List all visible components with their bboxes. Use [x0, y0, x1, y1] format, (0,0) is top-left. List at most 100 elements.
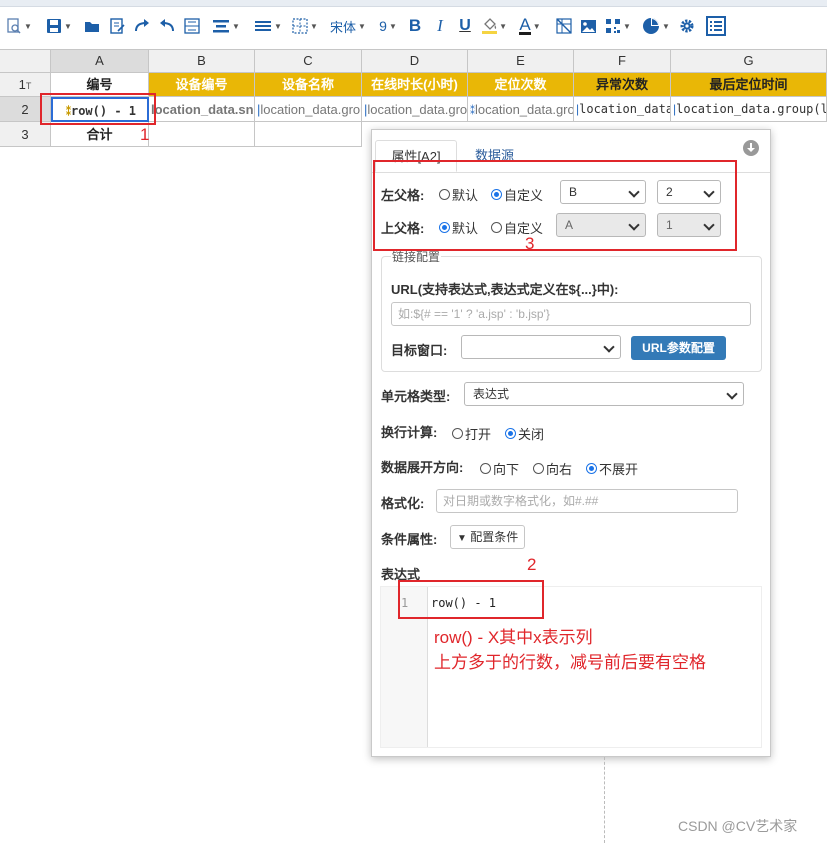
save-button[interactable]: ▼	[44, 16, 74, 36]
cell-d1[interactable]: 在线时长(小时)	[362, 73, 468, 97]
border-button[interactable]: ▼	[290, 16, 320, 36]
cell-b3[interactable]	[149, 122, 255, 147]
underline-icon: U	[459, 17, 471, 34]
page-break-line	[604, 757, 605, 843]
annotation-marker-1: 1	[140, 125, 150, 144]
redo-button[interactable]	[133, 16, 151, 36]
column-header-f[interactable]: F	[574, 50, 671, 72]
merge-cells-icon	[184, 18, 200, 34]
bold-button[interactable]: B	[406, 16, 424, 36]
filter-icon: ▼	[457, 533, 467, 544]
undo-button[interactable]	[158, 16, 176, 36]
cell-e2-value: location_data.grou	[475, 102, 574, 117]
collapse-panel-button[interactable]	[743, 140, 759, 156]
cell-g2-value: location_data.group(lastL	[676, 102, 827, 116]
insert-image-button[interactable]	[579, 16, 597, 36]
column-header-c[interactable]: C	[255, 50, 362, 72]
line-style-icon	[255, 21, 272, 31]
cell-a3[interactable]: 合计	[51, 122, 149, 147]
font-color-button[interactable]: A ▼	[517, 16, 543, 36]
cell-f2-value: location_data.g	[579, 102, 670, 116]
radio-label: 向下	[493, 462, 520, 477]
align-center-icon	[213, 20, 230, 33]
cell-g1[interactable]: 最后定位时间	[671, 73, 827, 97]
chevron-down-icon	[726, 388, 738, 400]
edit-doc-button[interactable]	[108, 16, 126, 36]
download-arrow-icon	[747, 143, 755, 152]
cell-c3[interactable]	[255, 122, 362, 147]
row-marker: T	[25, 81, 32, 91]
cell-f1[interactable]: 异常次数	[574, 73, 671, 97]
radio-label: 关闭	[518, 427, 545, 442]
cell-e2[interactable]: ⁑location_data.grou	[468, 97, 574, 122]
expand-down-radio[interactable]: 向下	[480, 459, 519, 478]
font-family-select[interactable]: 宋体 ▼	[327, 16, 369, 36]
annotation-box-3	[373, 160, 737, 251]
url-input[interactable]: 如:${# == '1' ? 'a.jsp' : 'b.jsp'}	[391, 302, 751, 326]
underline-button[interactable]: U	[456, 16, 474, 36]
line-style-button[interactable]: ▼	[251, 16, 285, 36]
cell-b1[interactable]: 设备编号	[149, 73, 255, 97]
radio-label: 不展开	[599, 462, 639, 477]
chart-button[interactable]: ▼	[640, 16, 672, 36]
format-label: 格式化:	[381, 496, 425, 511]
cell-g2[interactable]: |location_data.group(lastL	[671, 97, 827, 122]
undo-icon	[160, 19, 174, 32]
expand-right-radio[interactable]: 向右	[533, 459, 572, 478]
annotation-marker-2: 2	[527, 555, 537, 574]
preview-button[interactable]: ▼	[4, 16, 34, 36]
corner-cell[interactable]	[0, 50, 51, 72]
clear-format-button[interactable]	[555, 16, 573, 36]
row-header-3[interactable]: 3	[0, 122, 51, 147]
cell-c2[interactable]: |location_data.grou	[255, 97, 362, 122]
qrcode-icon	[606, 19, 621, 33]
watermark: CSDN @CV艺术家	[678, 818, 798, 834]
merge-cells-button[interactable]	[183, 16, 201, 36]
cell-type-select[interactable]: 表达式	[464, 382, 744, 406]
cell-b2-value: location_data.sn	[151, 102, 254, 117]
fill-color-button[interactable]: ▼	[481, 16, 507, 36]
align-button[interactable]: ▼	[209, 16, 243, 36]
condition-label: 条件属性:	[381, 532, 438, 547]
qrcode-button[interactable]: ▼	[603, 16, 633, 36]
row-number: 1	[18, 77, 26, 92]
settings-button[interactable]	[678, 16, 696, 36]
configure-condition-button[interactable]: ▼ 配置条件	[450, 525, 526, 549]
preview-icon	[7, 18, 21, 34]
line-calc-open-radio[interactable]: 打开	[452, 424, 491, 443]
select-value: 表达式	[473, 387, 510, 401]
column-header-a[interactable]: A	[51, 50, 149, 72]
column-header-b[interactable]: B	[149, 50, 255, 72]
url-param-config-button[interactable]: URL参数配置	[631, 336, 726, 360]
cell-d2[interactable]: |location_data.grou	[362, 97, 468, 122]
cell-e1[interactable]: 定位次数	[468, 73, 574, 97]
image-icon	[580, 19, 596, 33]
line-calc-close-radio[interactable]: 关闭	[505, 424, 544, 443]
open-folder-button[interactable]	[83, 16, 101, 36]
format-input[interactable]: 对日期或数字格式化，如#.##	[436, 489, 738, 513]
annotation-marker-3: 3	[525, 234, 535, 253]
font-size-select[interactable]: 9 ▼	[375, 16, 401, 36]
chevron-down-icon	[603, 341, 615, 353]
form-view-button[interactable]	[705, 16, 727, 36]
cell-c2-value: location_data.grou	[260, 102, 362, 117]
cell-f2[interactable]: |location_data.g	[574, 97, 671, 122]
annotation-note-line-2: 上方多于的行数，减号前后要有空格	[434, 653, 706, 672]
column-header-e[interactable]: E	[468, 50, 574, 72]
cell-c1[interactable]: 设备名称	[255, 73, 362, 97]
annotation-box-2	[398, 580, 544, 619]
radio-label: 向右	[546, 462, 573, 477]
annotation-box-1	[40, 93, 156, 125]
column-header-d[interactable]: D	[362, 50, 468, 72]
column-header-g[interactable]: G	[671, 50, 827, 72]
edit-doc-icon	[110, 18, 125, 34]
target-window-select[interactable]	[461, 335, 621, 359]
italic-icon: I	[437, 16, 443, 35]
redo-icon	[135, 19, 149, 32]
target-window-label: 目标窗口:	[391, 343, 448, 358]
expand-none-radio[interactable]: 不展开	[586, 459, 638, 478]
cell-b2[interactable]: location_data.sn	[149, 97, 255, 122]
italic-button[interactable]: I	[432, 16, 448, 36]
expand-direction-label: 数据展开方向:	[381, 460, 464, 475]
border-icon	[292, 18, 308, 34]
